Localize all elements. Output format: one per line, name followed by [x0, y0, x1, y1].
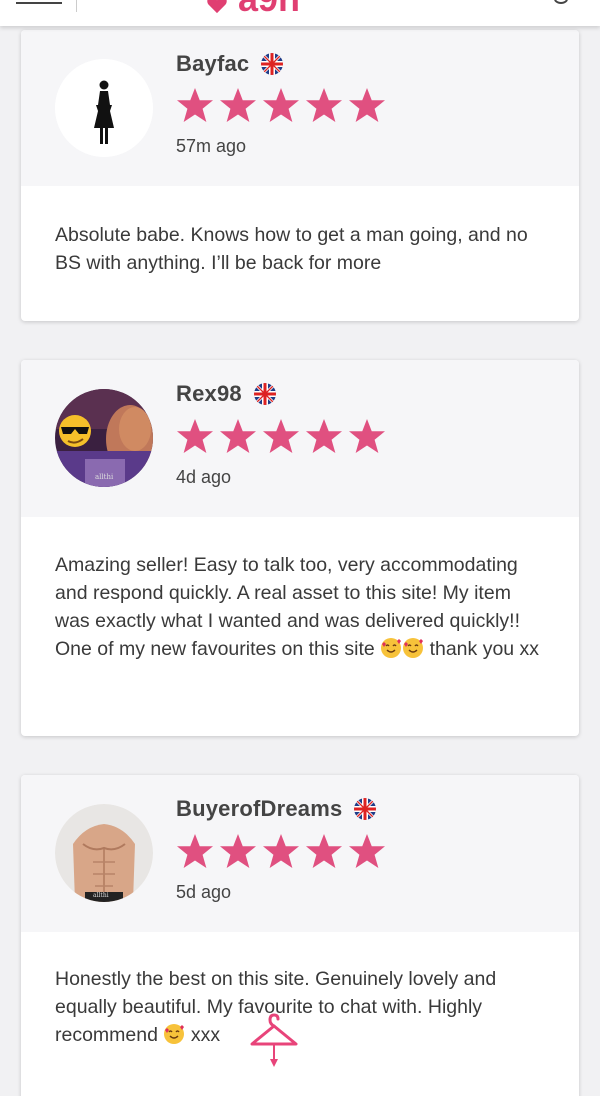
- review-time: 57m ago: [176, 136, 247, 156]
- review-text: Absolute babe. Knows how to get a man go…: [55, 224, 528, 274]
- star-icon: [349, 418, 385, 454]
- smiling-face-with-hearts-emoji: [381, 638, 402, 658]
- reviewer-name-row: BuyerofDreams: [176, 796, 377, 822]
- review-text-tail: xxx: [190, 1024, 221, 1046]
- uk-flag-icon: [253, 383, 276, 405]
- star-icon: [263, 87, 299, 123]
- star-rating: [176, 833, 386, 869]
- review-text-tail: thank you xx: [429, 638, 540, 660]
- star-icon: [177, 418, 213, 454]
- star-rating: [176, 418, 386, 454]
- review-header: Bayfac 57m ago: [21, 30, 579, 186]
- review-header: allthi Rex98 4d ago: [21, 360, 579, 517]
- hanger-icon[interactable]: [246, 1012, 302, 1070]
- uk-flag-icon: [354, 798, 377, 820]
- star-icon: [263, 418, 299, 454]
- star-icon: [220, 87, 256, 123]
- uk-flag-icon: [261, 53, 284, 75]
- svg-text:allthi: allthi: [93, 892, 109, 899]
- reviewer-avatar[interactable]: [55, 59, 153, 157]
- star-icon: [349, 87, 385, 123]
- svg-text:allthi: allthi: [95, 473, 114, 481]
- smiling-face-with-hearts-emoji: [164, 1024, 185, 1044]
- star-icon: [306, 87, 342, 123]
- star-rating: [176, 87, 386, 123]
- review-text: Amazing seller! Easy to talk too, very a…: [55, 551, 545, 663]
- reviewer-avatar[interactable]: allthi: [55, 804, 153, 902]
- header-divider: [76, 0, 77, 12]
- menu-icon[interactable]: [16, 0, 62, 4]
- reviewer-name[interactable]: BuyerofDreams: [176, 796, 342, 822]
- star-icon: [306, 833, 342, 869]
- shirtless-man-photo: allthi: [55, 804, 153, 902]
- site-logo[interactable]: a9h: [206, 0, 300, 17]
- star-icon: [306, 418, 342, 454]
- smiling-face-with-hearts-emoji: [403, 638, 424, 658]
- photo-with-sunglasses-emoji: allthi: [55, 389, 153, 487]
- logo-text: a9h: [238, 0, 300, 17]
- reviewer-avatar[interactable]: allthi: [55, 389, 153, 487]
- heart-logo-icon: [207, 0, 227, 14]
- star-icon: [220, 418, 256, 454]
- review-body: Amazing seller! Easy to talk too, very a…: [21, 517, 579, 663]
- star-icon: [263, 833, 299, 869]
- female-silhouette-icon: [55, 59, 153, 157]
- user-icon[interactable]: [554, 0, 568, 4]
- top-navigation-bar: a9h: [0, 0, 600, 26]
- review-header: allthi BuyerofDreams 5d ago: [21, 775, 579, 932]
- star-icon: [177, 87, 213, 123]
- review-card: allthi Rex98 4d ago Amazing seller! Easy…: [21, 360, 579, 736]
- star-icon: [349, 833, 385, 869]
- reviewer-name[interactable]: Bayfac: [176, 51, 249, 77]
- review-body: Absolute babe. Knows how to get a man go…: [21, 186, 579, 277]
- star-icon: [220, 833, 256, 869]
- review-card: Bayfac 57m ago Absolute babe. Knows how …: [21, 30, 579, 321]
- reviewer-name-row: Bayfac: [176, 51, 284, 77]
- star-icon: [177, 833, 213, 869]
- review-time: 4d ago: [176, 467, 232, 487]
- reviewer-name-row: Rex98: [176, 381, 276, 407]
- reviewer-name[interactable]: Rex98: [176, 381, 242, 407]
- review-time: 5d ago: [176, 882, 232, 902]
